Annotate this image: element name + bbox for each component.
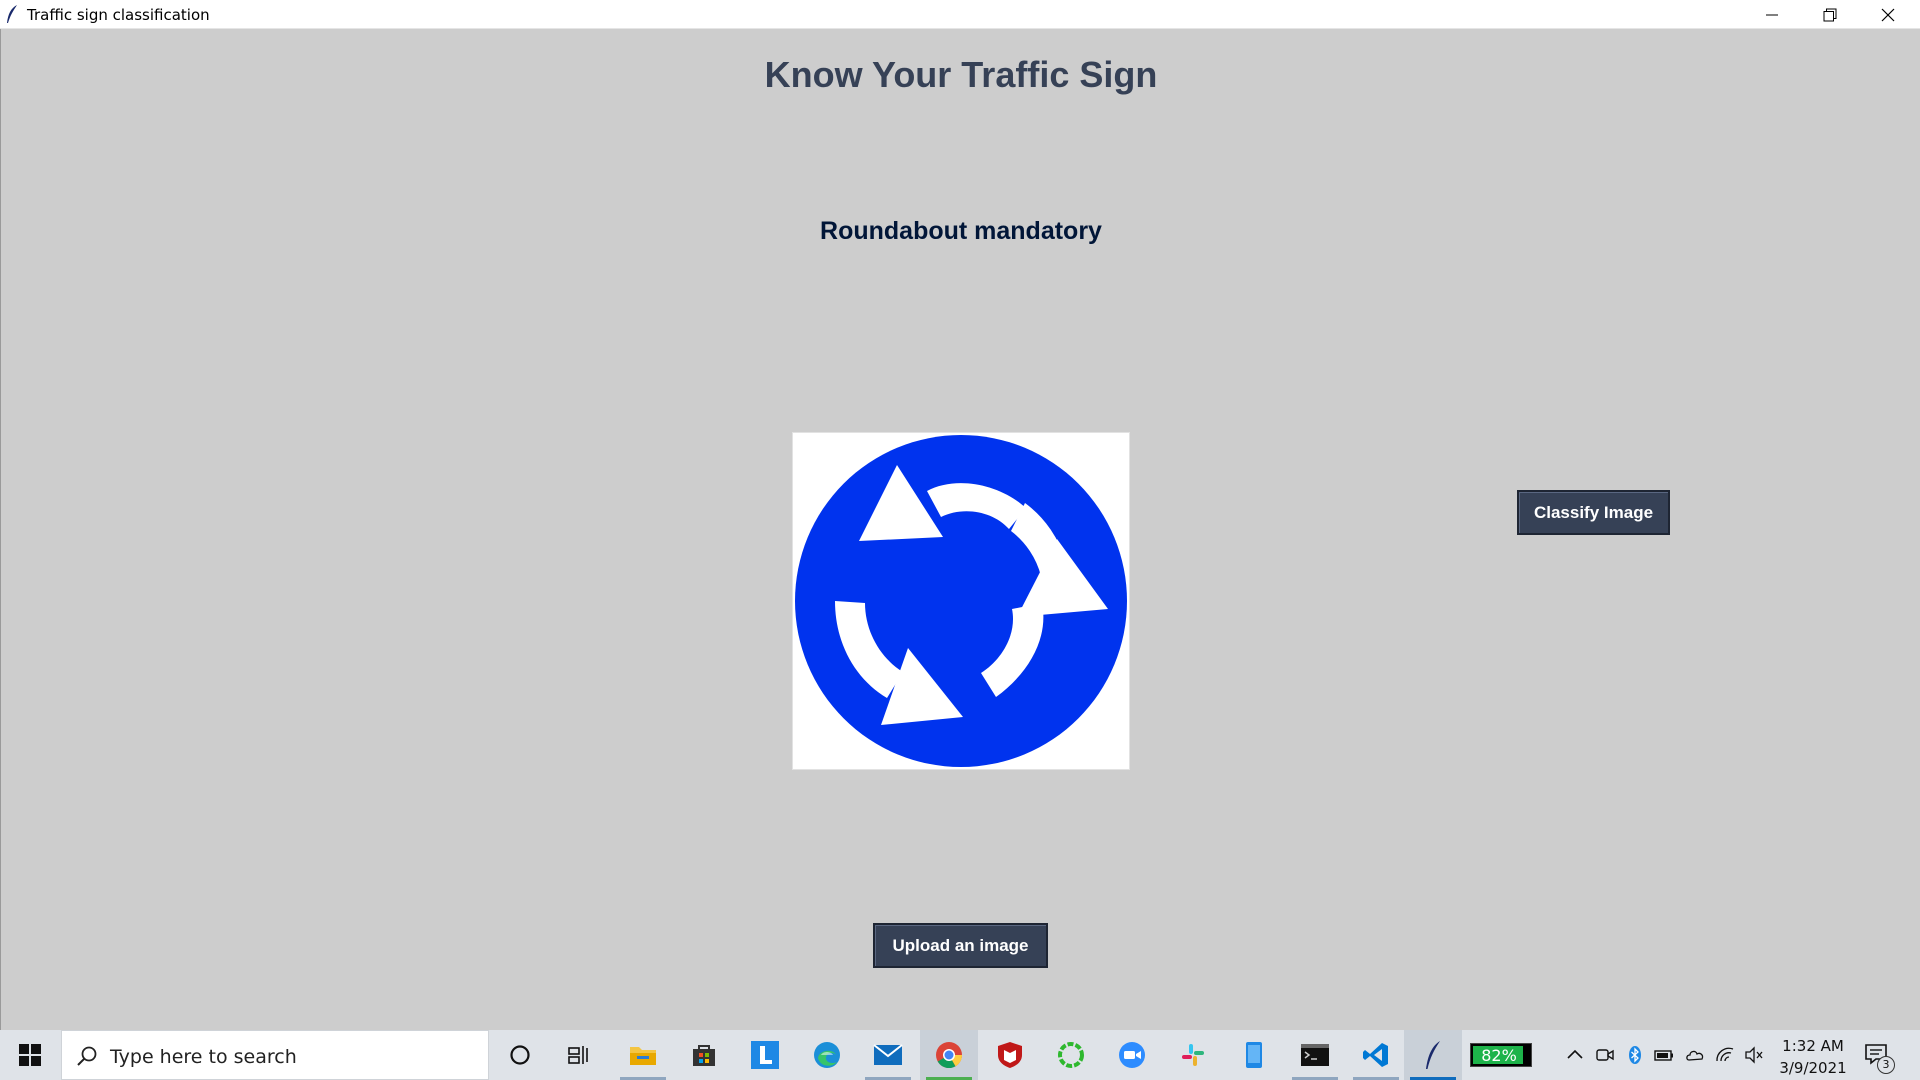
microsoft-store-button[interactable] — [675, 1030, 733, 1080]
classify-image-button[interactable]: Classify Image — [1517, 490, 1670, 535]
vscode-icon — [1363, 1043, 1388, 1067]
task-view-icon — [568, 1046, 588, 1064]
bluetooth-icon[interactable] — [1625, 1045, 1645, 1065]
app-window: Know Your Traffic Sign Roundabout mandat… — [0, 29, 1920, 1030]
clock-time: 1:32 AM — [1782, 1037, 1844, 1055]
phone-app-button[interactable] — [1225, 1030, 1283, 1080]
onedrive-icon[interactable] — [1685, 1045, 1705, 1065]
l-app-button[interactable] — [736, 1030, 794, 1080]
slack-button[interactable] — [1164, 1030, 1222, 1080]
upload-image-button[interactable]: Upload an image — [873, 923, 1048, 968]
roundabout-sign-icon — [793, 433, 1129, 769]
page-title: Know Your Traffic Sign — [764, 54, 1158, 95]
window-titlebar: Traffic sign classification — [0, 0, 1920, 29]
search-icon — [77, 1046, 97, 1066]
search-placeholder: Type here to search — [110, 1046, 297, 1068]
battery-percentage: 82% — [1481, 1046, 1517, 1065]
taskbar-search[interactable]: Type here to search — [61, 1030, 489, 1080]
windows-logo-icon — [19, 1044, 41, 1066]
python-feather-icon — [7, 5, 17, 23]
mcafee-icon — [998, 1042, 1022, 1068]
mail-icon — [873, 1044, 903, 1065]
zoom-icon — [1119, 1042, 1145, 1068]
ring-app-button[interactable] — [1042, 1030, 1100, 1080]
slack-icon — [1182, 1044, 1204, 1066]
chevron-up-icon[interactable] — [1565, 1045, 1585, 1065]
chrome-icon — [936, 1042, 963, 1069]
file-explorer-icon — [630, 1047, 656, 1065]
wifi-icon[interactable] — [1715, 1045, 1735, 1065]
start-button[interactable] — [0, 1030, 60, 1080]
microsoft-store-icon — [693, 1045, 715, 1066]
restore-button[interactable] — [1801, 0, 1859, 29]
terminal-button[interactable] — [1286, 1030, 1344, 1080]
restore-icon — [1823, 8, 1837, 21]
chrome-button[interactable] — [920, 1030, 978, 1080]
edge-button[interactable] — [798, 1030, 856, 1080]
cortana-icon — [510, 1045, 530, 1065]
terminal-icon — [1301, 1044, 1329, 1066]
python-feather-icon — [1426, 1041, 1440, 1069]
l-app-icon — [751, 1041, 779, 1069]
window-title: Traffic sign classification — [27, 6, 210, 24]
battery-percentage-widget[interactable]: 82% — [1470, 1043, 1532, 1067]
mail-button[interactable] — [859, 1030, 917, 1080]
task-view-button[interactable] — [551, 1030, 609, 1080]
vscode-button[interactable] — [1347, 1030, 1405, 1080]
uploaded-image — [792, 432, 1130, 770]
battery-icon[interactable] — [1654, 1045, 1674, 1065]
edge-icon — [814, 1042, 840, 1068]
meet-now-icon[interactable] — [1595, 1045, 1615, 1065]
cortana-button[interactable] — [491, 1030, 549, 1080]
classification-result: Roundabout mandatory — [820, 217, 1102, 245]
notification-count-badge: 3 — [1877, 1056, 1895, 1074]
close-button[interactable] — [1859, 0, 1917, 29]
close-icon — [1881, 8, 1895, 21]
taskbar: Type here to search 82% 1:32 AM 3/9/2021… — [0, 1030, 1920, 1080]
zoom-button[interactable] — [1103, 1030, 1161, 1080]
file-explorer-button[interactable] — [614, 1030, 672, 1080]
phone-app-icon — [1246, 1042, 1262, 1068]
python-feather-button[interactable] — [1404, 1030, 1462, 1080]
ring-app-icon — [1058, 1042, 1084, 1068]
minimize-icon — [1766, 14, 1778, 15]
clock-date: 3/9/2021 — [1779, 1059, 1847, 1077]
minimize-button[interactable] — [1743, 0, 1801, 29]
mcafee-button[interactable] — [981, 1030, 1039, 1080]
volume-muted-icon[interactable] — [1744, 1045, 1764, 1065]
taskbar-clock[interactable]: 1:32 AM 3/9/2021 — [1770, 1035, 1856, 1079]
